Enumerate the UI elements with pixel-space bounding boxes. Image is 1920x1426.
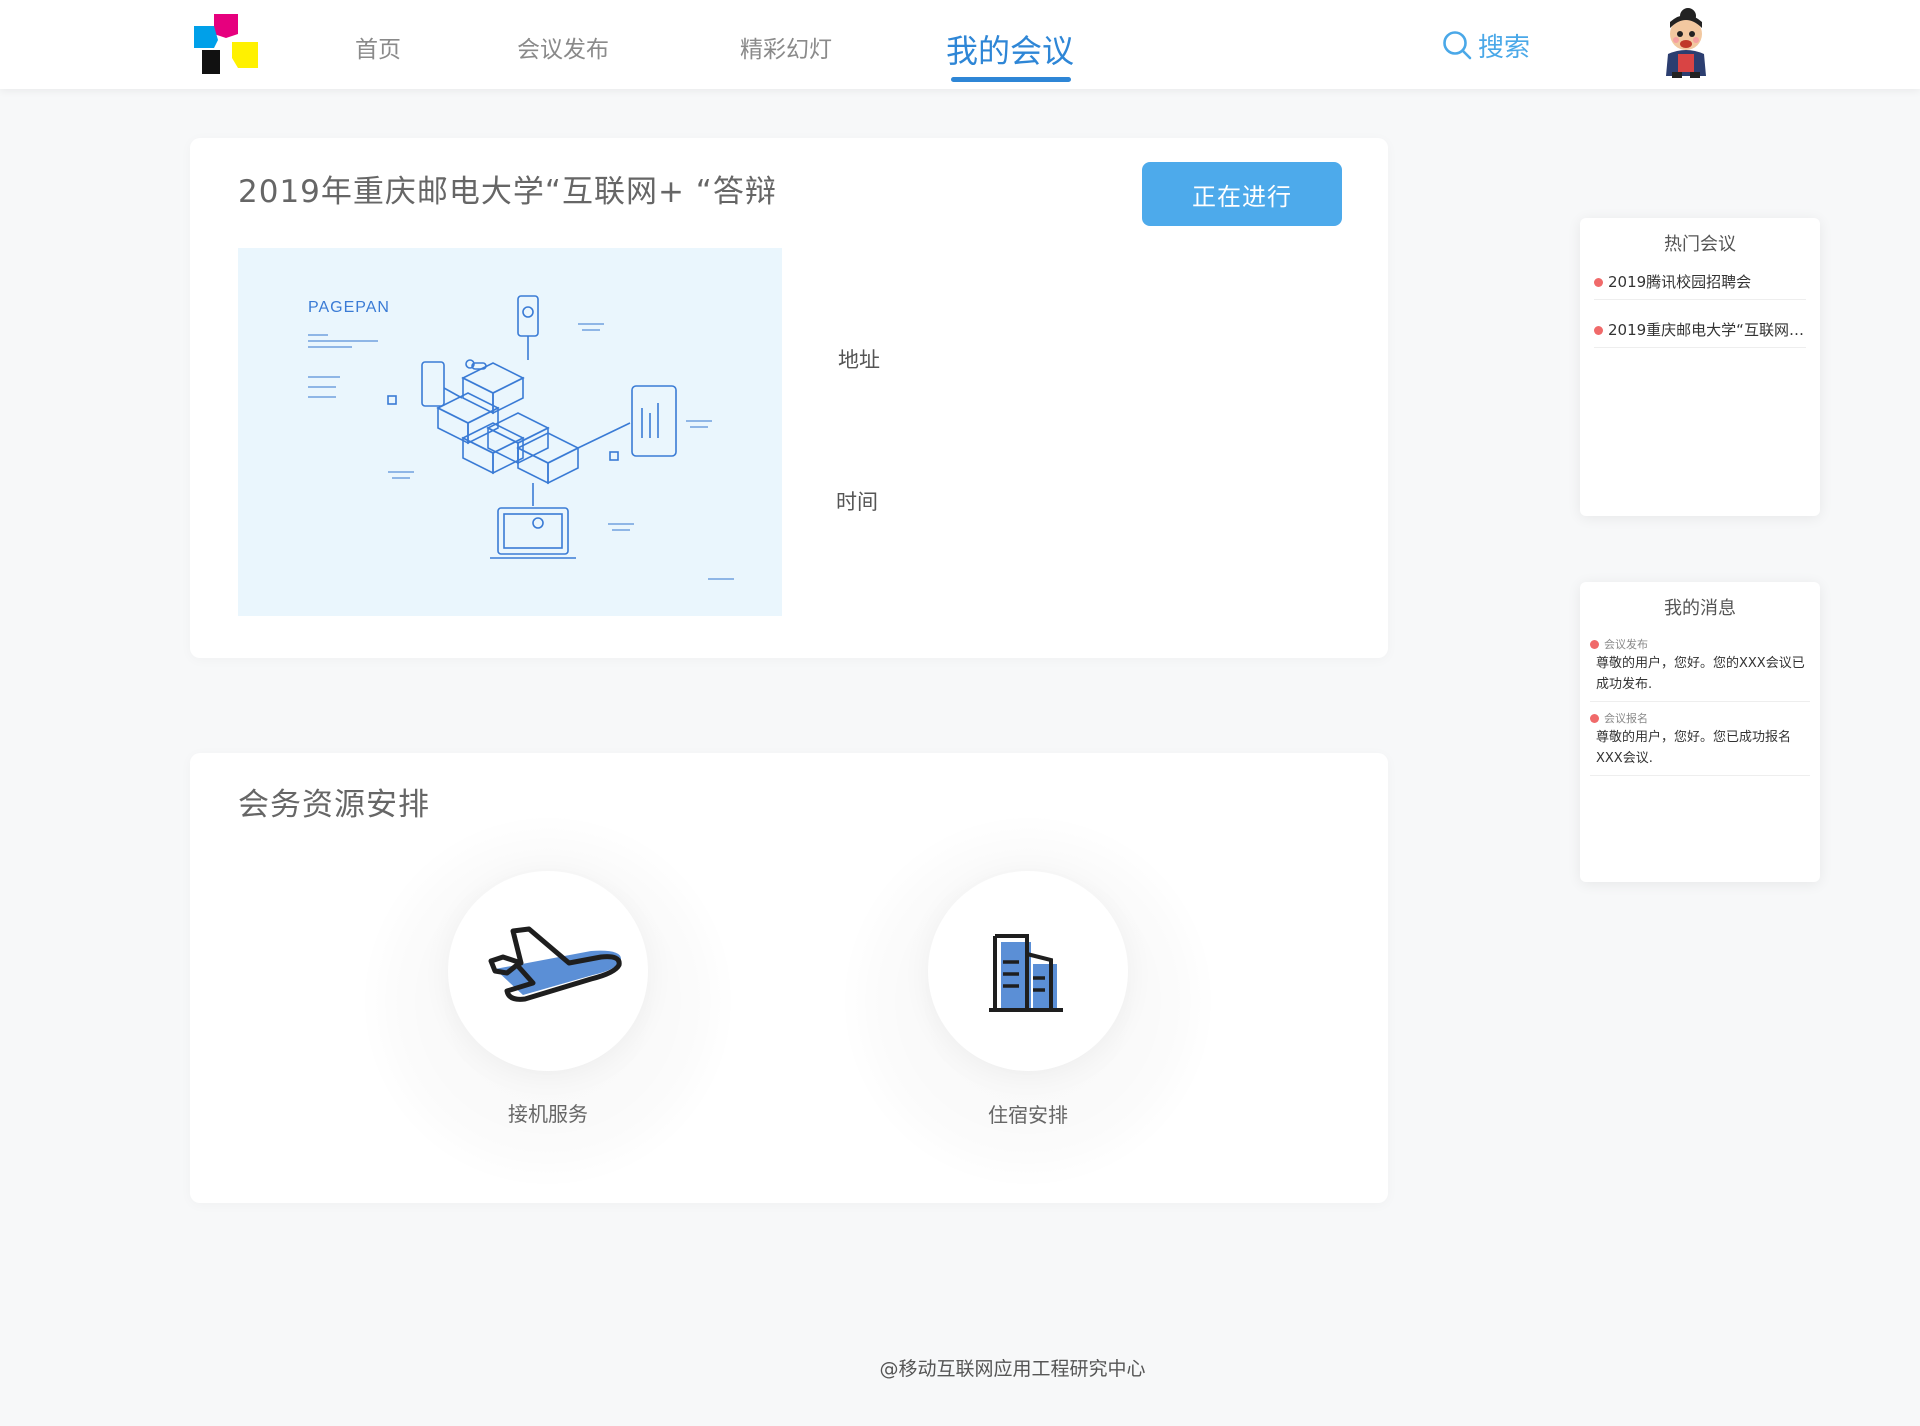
- nav-my-meetings[interactable]: 我的会议: [946, 26, 1074, 72]
- nav-active-indicator: [951, 77, 1071, 82]
- footer-text: @移动互联网应用工程研究中心: [879, 1358, 1146, 1380]
- conference-banner-image: PAGEPAN: [238, 248, 782, 616]
- conference-title: 2019年重庆邮电大学“互联网+ “答辩: [238, 174, 777, 210]
- nav-publish-meeting[interactable]: 会议发布: [517, 30, 609, 64]
- accommodation-button[interactable]: [928, 871, 1128, 1071]
- nav-home[interactable]: 首页: [355, 30, 401, 64]
- isometric-illustration: PAGEPAN: [308, 295, 734, 580]
- resources-title: 会务资源安排: [238, 787, 430, 823]
- airport-pickup-label: 接机服务: [508, 1102, 588, 1126]
- message-type: 会议报名: [1604, 712, 1648, 725]
- hot-meeting-label: 2019重庆邮电大学“互联网+ “答辩: [1608, 321, 1806, 339]
- top-navbar: 首页 会议发布 精彩幻灯 我的会议 搜索: [0, 0, 1920, 89]
- bullet-dot: [1594, 326, 1603, 335]
- building-icon: [989, 934, 1063, 1012]
- messages-title: 我的消息: [1664, 598, 1736, 619]
- hot-meetings-title: 热门会议: [1664, 234, 1736, 255]
- hot-meeting-item[interactable]: 2019重庆邮电大学“互联网+ “答辩: [1594, 312, 1806, 348]
- message-text: 尊敬的用户，您好。您已成功报名XXX会议.: [1596, 730, 1792, 766]
- search-button[interactable]: 搜索: [1442, 28, 1531, 63]
- message-text: 尊敬的用户，您好。您的XXX会议已成功发布.: [1596, 656, 1805, 692]
- hot-meetings-panel: 热门会议 2019腾讯校园招聘会 2019重庆邮电大学“互联网+ “答辩: [1580, 218, 1820, 516]
- resources-card: 会务资源安排 接机服务 住宿安排: [190, 753, 1388, 1203]
- messages-panel: 我的消息 会议发布 尊敬的用户，您好。您的XXX会议已成功发布. 会议报名 尊敬…: [1580, 582, 1820, 882]
- bullet-dot: [1590, 640, 1599, 649]
- time-label: 时间: [836, 490, 878, 514]
- hot-meeting-item[interactable]: 2019腾讯校园招聘会: [1594, 264, 1806, 300]
- search-label: 搜索: [1478, 32, 1531, 63]
- search-icon: [1443, 31, 1472, 60]
- logo-icon[interactable]: [194, 14, 258, 74]
- airplane-icon: [488, 926, 622, 1002]
- accommodation-label: 住宿安排: [988, 1103, 1068, 1127]
- status-button[interactable]: 正在进行: [1142, 162, 1342, 226]
- hot-meeting-label: 2019腾讯校园招聘会: [1608, 273, 1752, 291]
- address-label: 地址: [838, 348, 880, 372]
- conference-card: 2019年重庆邮电大学“互联网+ “答辩 正在进行 PAGEPAN 地址 时间: [190, 138, 1388, 658]
- message-item[interactable]: 会议报名 尊敬的用户，您好。您已成功报名XXX会议.: [1590, 710, 1810, 776]
- bullet-dot: [1594, 278, 1603, 287]
- avatar[interactable]: [1658, 6, 1714, 80]
- bullet-dot: [1590, 714, 1599, 723]
- nav-slides[interactable]: 精彩幻灯: [740, 30, 832, 64]
- message-item[interactable]: 会议发布 尊敬的用户，您好。您的XXX会议已成功发布.: [1590, 636, 1810, 702]
- airport-pickup-button[interactable]: [448, 871, 648, 1071]
- message-type: 会议发布: [1604, 638, 1648, 651]
- banner-brand-text: PAGEPAN: [308, 299, 390, 316]
